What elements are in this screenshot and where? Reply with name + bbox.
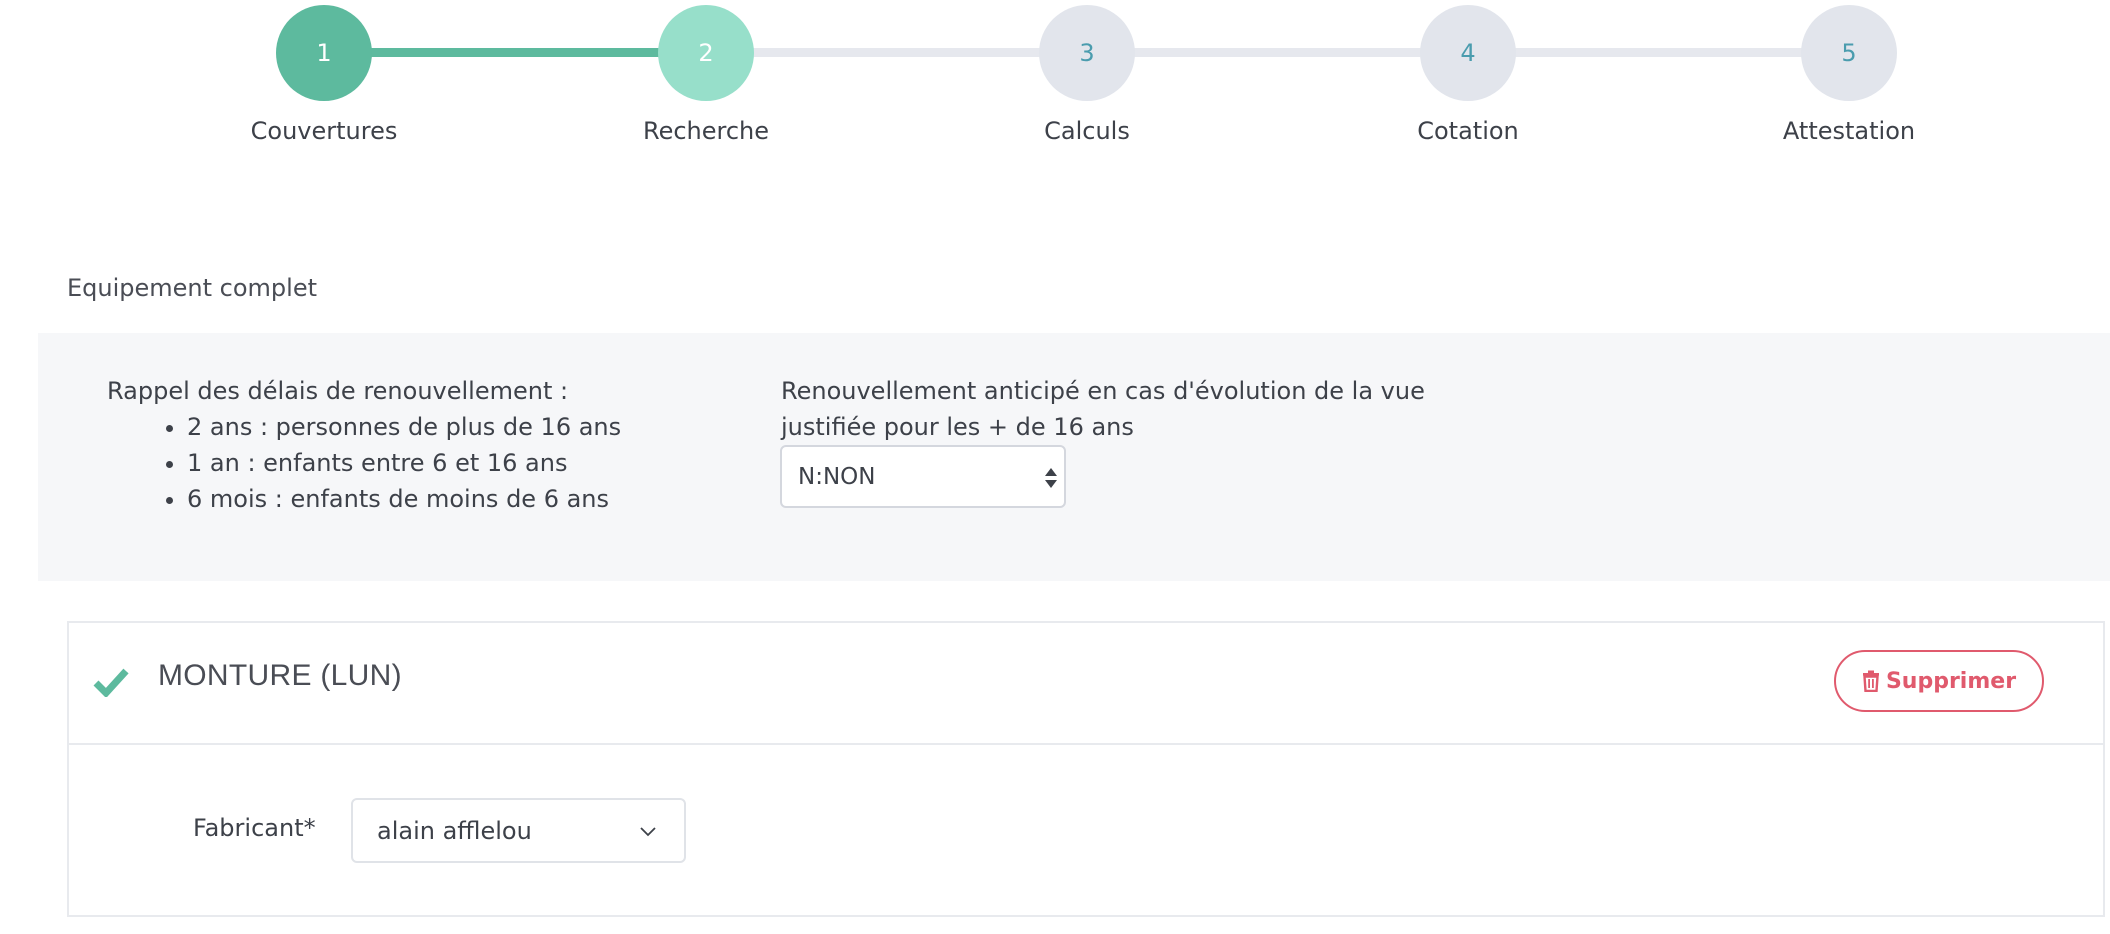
step-label: Couvertures [250, 117, 398, 145]
step-label: Calculs [1044, 117, 1130, 145]
progress-stepper: 1 Couvertures 2 Recherche 3 Calculs 4 Co… [0, 0, 2110, 160]
reminder-list: 2 ans : personnes de plus de 16 ans 1 an… [107, 409, 667, 517]
step-circle[interactable]: 3 [1039, 5, 1135, 101]
fabricant-select[interactable]: alain afflelou [351, 798, 686, 863]
check-icon [93, 668, 129, 697]
chevron-down-icon [640, 827, 656, 837]
monture-card: MONTURE (LUN) Supprimer Fabricant* alain… [67, 621, 2105, 917]
list-item: 2 ans : personnes de plus de 16 ans [187, 409, 667, 445]
step-cotation[interactable]: 4 Cotation [1318, 5, 1618, 145]
select-arrows-icon [1045, 468, 1057, 488]
trash-icon [1862, 670, 1879, 692]
renewal-info-panel: Rappel des délais de renouvellement : 2 … [38, 333, 2110, 581]
fabricant-value: alain afflelou [377, 816, 532, 845]
early-renewal-select[interactable]: N:NON [780, 445, 1066, 508]
card-header: MONTURE (LUN) Supprimer [69, 623, 2103, 745]
fabricant-label: Fabricant* [193, 814, 316, 842]
step-couvertures[interactable]: 1 Couvertures [174, 5, 474, 145]
list-item: 1 an : enfants entre 6 et 16 ans [187, 445, 667, 481]
step-circle[interactable]: 4 [1420, 5, 1516, 101]
step-label: Recherche [642, 117, 770, 145]
list-item: 6 mois : enfants de moins de 6 ans [187, 481, 667, 517]
delete-button-label: Supprimer [1885, 668, 2017, 694]
step-recherche[interactable]: 2 Recherche [556, 5, 856, 145]
step-circle[interactable]: 1 [276, 5, 372, 101]
reminder-title: Rappel des délais de renouvellement : [107, 377, 569, 405]
step-circle[interactable]: 5 [1801, 5, 1897, 101]
step-label: Cotation [1417, 117, 1519, 145]
step-circle[interactable]: 2 [658, 5, 754, 101]
step-label: Attestation [1782, 117, 1916, 145]
section-title: Equipement complet [67, 274, 318, 302]
step-attestation[interactable]: 5 Attestation [1699, 5, 1999, 145]
delete-button[interactable]: Supprimer [1834, 650, 2044, 712]
step-calculs[interactable]: 3 Calculs [937, 5, 1237, 145]
card-title: MONTURE (LUN) [158, 659, 402, 692]
early-renewal-value: N:NON [798, 463, 876, 490]
renewal-reminder: Rappel des délais de renouvellement : 2 … [107, 373, 667, 517]
early-renewal-label: Renouvellement anticipé en cas d'évoluti… [781, 377, 1425, 441]
